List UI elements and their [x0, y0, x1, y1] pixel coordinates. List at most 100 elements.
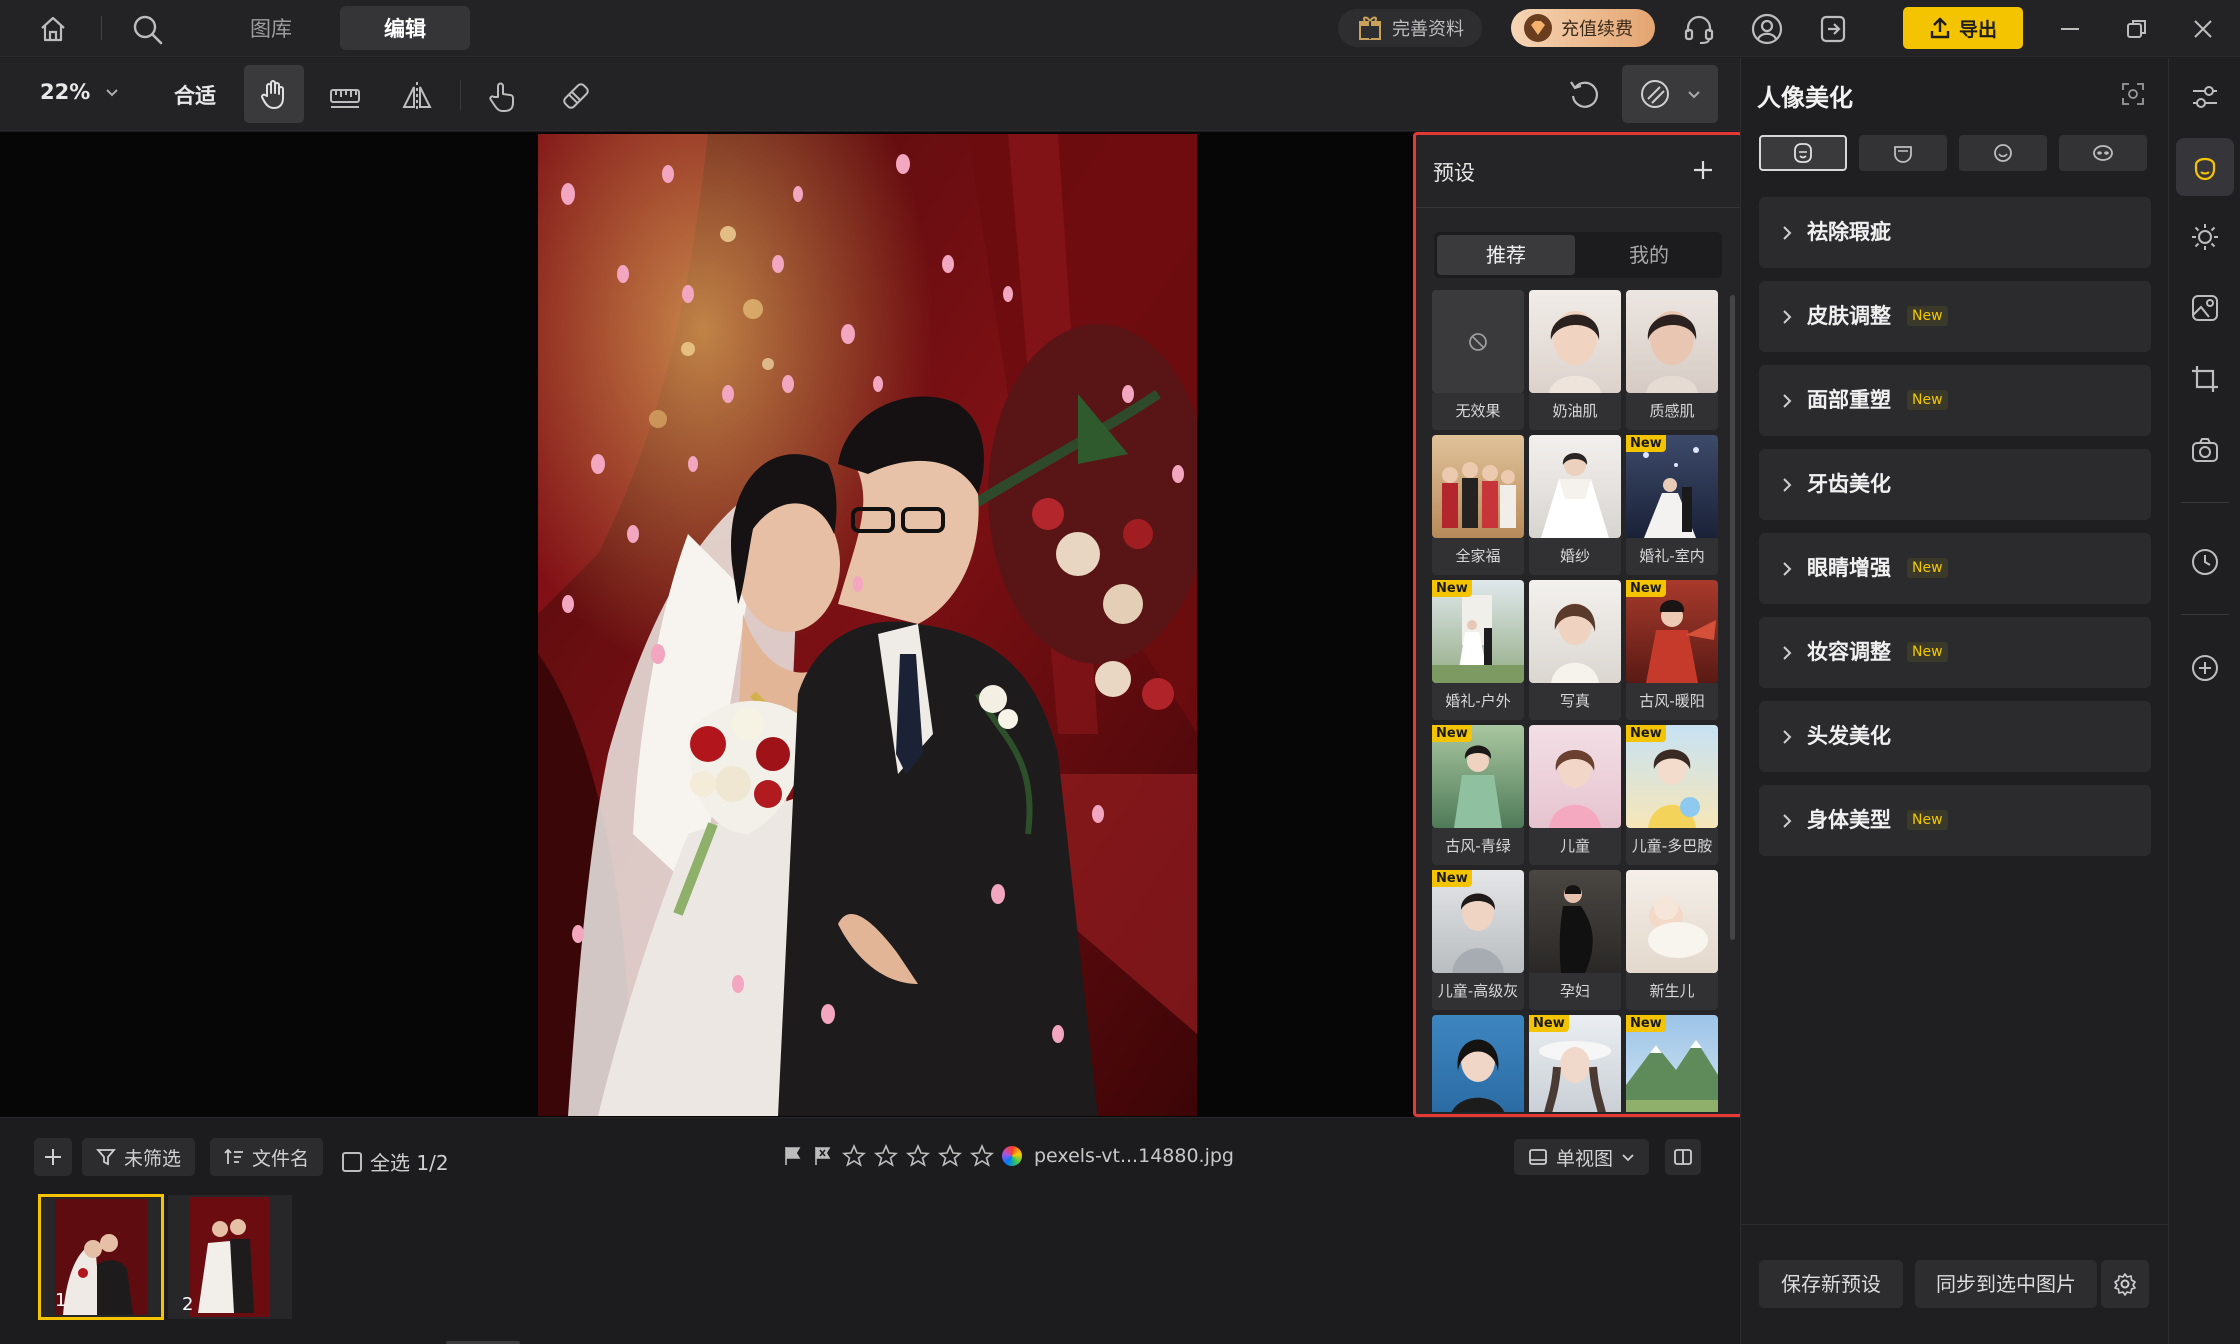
login-icon[interactable]: [1814, 10, 1852, 48]
subtab-eye[interactable]: [2059, 135, 2147, 171]
chevron-right-icon: [1783, 646, 1792, 660]
chevron-right-icon: [1783, 310, 1792, 324]
reject-flag-icon[interactable]: [812, 1145, 834, 1167]
user-icon[interactable]: [1748, 10, 1786, 48]
preset-item[interactable]: 奶油肌: [1529, 290, 1621, 430]
section-skin[interactable]: 皮肤调整 New: [1759, 281, 2151, 352]
filmstrip-thumb[interactable]: 2: [168, 1195, 292, 1319]
preset-scrollbar[interactable]: [1730, 295, 1735, 940]
preset-label: 古风-青绿: [1432, 828, 1524, 865]
filmstrip-thumb-selected[interactable]: 1: [38, 1194, 164, 1320]
add-preset-icon[interactable]: [1688, 155, 1718, 185]
preset-item[interactable]: New: [1529, 1015, 1621, 1112]
preset-label: 质感肌: [1626, 393, 1718, 430]
preset-panel-title: 预设: [1433, 161, 1475, 185]
zoom-select[interactable]: 22%: [40, 80, 120, 104]
save-preset-button[interactable]: 保存新预设: [1759, 1260, 1903, 1308]
preset-item[interactable]: 婚礼-户外 New: [1432, 580, 1524, 720]
search-icon[interactable]: [128, 10, 166, 48]
headset-icon[interactable]: [1680, 10, 1718, 48]
tab-recommended[interactable]: 推荐: [1437, 235, 1575, 275]
preset-thumbnail: [1529, 580, 1621, 683]
chevron-right-icon: [1783, 394, 1792, 408]
color-label-icon[interactable]: [1002, 1146, 1022, 1166]
divider: [1416, 207, 1740, 208]
home-icon[interactable]: [36, 12, 70, 46]
minimize-icon[interactable]: [2053, 12, 2087, 46]
new-badge: New: [1907, 810, 1948, 830]
complete-profile-button[interactable]: 完善资料: [1338, 9, 1482, 47]
subtab-face[interactable]: [1759, 135, 1847, 171]
export-button[interactable]: 导出: [1903, 7, 2023, 49]
adjust-sliders-icon[interactable]: [2186, 78, 2224, 116]
sort-button[interactable]: 文件名: [210, 1138, 324, 1176]
star-icon[interactable]: [938, 1144, 962, 1168]
preset-item[interactable]: 写真: [1529, 580, 1621, 720]
eraser-icon[interactable]: [557, 77, 595, 115]
preset-item[interactable]: 婚礼-室内 New: [1626, 435, 1718, 575]
preset-item[interactable]: 无效果: [1432, 290, 1524, 430]
flip-icon[interactable]: [398, 77, 436, 115]
tab-mine[interactable]: 我的: [1580, 235, 1718, 275]
compare-view-button[interactable]: [1665, 1139, 1701, 1175]
add-circle-icon[interactable]: [2186, 649, 2224, 687]
preset-item[interactable]: 儿童-多巴胺 New: [1626, 725, 1718, 865]
tab-library[interactable]: 图库: [222, 6, 320, 50]
touch-icon[interactable]: [484, 77, 522, 115]
tab-edit[interactable]: 编辑: [340, 6, 470, 50]
crop-icon[interactable]: [2186, 360, 2224, 398]
add-photo-button[interactable]: [34, 1138, 72, 1176]
restore-window-icon[interactable]: [2120, 12, 2154, 46]
preset-thumbnail: [1529, 870, 1621, 973]
filter-button[interactable]: 未筛选: [82, 1138, 196, 1176]
face-scan-icon[interactable]: [2117, 78, 2149, 110]
portrait-tool-button[interactable]: [2176, 138, 2234, 196]
wedding-photo: [538, 134, 1197, 1116]
preset-item[interactable]: 质感肌: [1626, 290, 1718, 430]
camera-icon[interactable]: [2186, 431, 2224, 469]
section-eyes[interactable]: 眼睛增强 New: [1759, 533, 2151, 604]
reset-icon[interactable]: [1564, 74, 1604, 114]
subtab-mask[interactable]: [1859, 135, 1947, 171]
flag-icon[interactable]: [782, 1145, 804, 1167]
view-mode-select[interactable]: 单视图: [1514, 1139, 1650, 1175]
preset-item[interactable]: 古风-暖阳 New: [1626, 580, 1718, 720]
divider: [2181, 502, 2229, 503]
compare-toggle[interactable]: [1622, 65, 1718, 123]
light-icon[interactable]: [2186, 218, 2224, 256]
preset-item[interactable]: 婚纱: [1529, 435, 1621, 575]
vip-renew-button[interactable]: 充值续费: [1511, 9, 1655, 47]
section-makeup[interactable]: 妆容调整 New: [1759, 617, 2151, 688]
history-icon[interactable]: [2186, 543, 2224, 581]
sync-to-selected-button[interactable]: 同步到选中图片: [1915, 1260, 2097, 1308]
section-face-reshape[interactable]: 面部重塑 New: [1759, 365, 2151, 436]
preset-item[interactable]: 儿童: [1529, 725, 1621, 865]
preset-item[interactable]: 全家福: [1432, 435, 1524, 575]
preset-item[interactable]: 儿童-高级灰 New: [1432, 870, 1524, 1010]
image-adjust-icon[interactable]: [2186, 289, 2224, 327]
fit-button[interactable]: 合适: [174, 80, 216, 110]
preset-item[interactable]: 孕妇: [1529, 870, 1621, 1010]
section-hair[interactable]: 头发美化: [1759, 701, 2151, 772]
star-icon[interactable]: [906, 1144, 930, 1168]
new-badge: New: [1907, 306, 1948, 326]
select-all-checkbox[interactable]: 全选 1/2: [342, 1147, 449, 1176]
subtab-smile[interactable]: [1959, 135, 2047, 171]
star-icon[interactable]: [874, 1144, 898, 1168]
sync-settings-button[interactable]: [2101, 1260, 2149, 1308]
filter-icon: [96, 1149, 116, 1166]
divider: [2181, 614, 2229, 615]
preset-item[interactable]: [1432, 1015, 1524, 1112]
star-icon[interactable]: [970, 1144, 994, 1168]
preset-item[interactable]: New: [1626, 1015, 1718, 1112]
section-teeth[interactable]: 牙齿美化: [1759, 449, 2151, 520]
section-body[interactable]: 身体美型 New: [1759, 785, 2151, 856]
preset-item[interactable]: 新生儿: [1626, 870, 1718, 1010]
star-icon[interactable]: [842, 1144, 866, 1168]
close-icon[interactable]: [2186, 12, 2220, 46]
hand-tool-button[interactable]: [244, 65, 304, 123]
section-blemish[interactable]: 祛除瑕疵: [1759, 197, 2151, 268]
preset-item[interactable]: 古风-青绿 New: [1432, 725, 1524, 865]
ruler-icon[interactable]: [326, 77, 364, 115]
smile-icon: [1994, 144, 2012, 162]
